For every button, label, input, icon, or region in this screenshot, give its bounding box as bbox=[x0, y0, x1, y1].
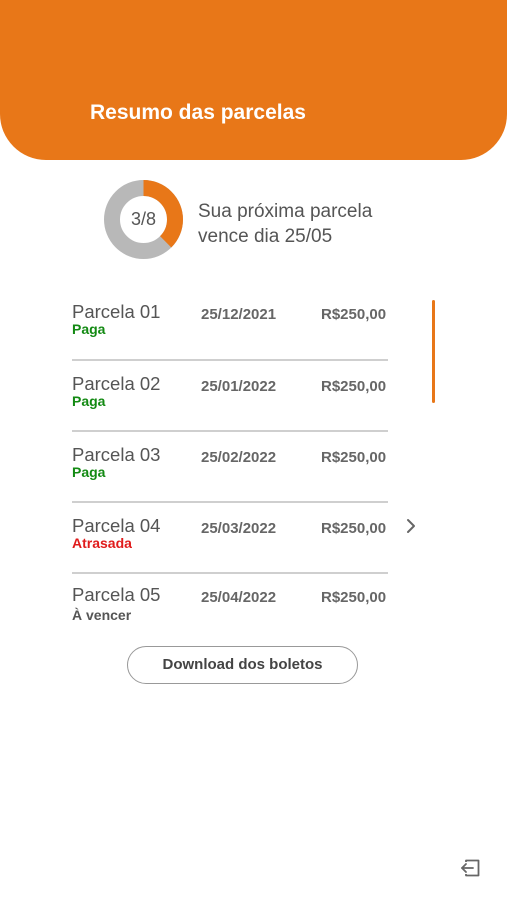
installment-status: Paga bbox=[72, 393, 106, 409]
installment-row[interactable]: Parcela 02 Paga 25/01/2022 R$250,00 bbox=[72, 373, 388, 432]
installment-name: Parcela 03 bbox=[72, 444, 161, 465]
installment-name: Parcela 02 bbox=[72, 373, 161, 394]
installment-value: R$250,00 bbox=[321, 306, 387, 323]
row-divider bbox=[72, 572, 388, 574]
installment-status: Paga bbox=[72, 464, 106, 480]
installment-date: 25/04/2022 bbox=[201, 589, 277, 606]
installment-status: À vencer bbox=[72, 607, 132, 623]
installment-name: Parcela 05 bbox=[72, 584, 161, 605]
chevron-right-icon[interactable] bbox=[404, 516, 418, 536]
download-boletos-button[interactable]: Download dos boletos bbox=[127, 646, 358, 684]
row-divider bbox=[72, 501, 388, 503]
header: Resumo das parcelas bbox=[0, 0, 507, 160]
next-due-text: Sua próxima parcela vence dia 25/05 bbox=[198, 201, 373, 247]
installment-row[interactable]: Parcela 05 À vencer 25/04/2022 R$250,00 bbox=[72, 584, 388, 628]
scrollbar[interactable] bbox=[432, 300, 435, 403]
installment-name: Parcela 04 bbox=[72, 515, 161, 536]
installment-row[interactable]: Parcela 04 Atrasada 25/03/2022 R$250,00 bbox=[72, 515, 388, 574]
installment-value: R$250,00 bbox=[321, 520, 387, 537]
installment-status: Paga bbox=[72, 321, 106, 337]
installment-date: 25/03/2022 bbox=[201, 520, 277, 537]
installment-value: R$250,00 bbox=[321, 589, 387, 606]
logout-icon[interactable] bbox=[459, 857, 481, 879]
installment-name: Parcela 01 bbox=[72, 301, 161, 322]
progress-label: 3/8 bbox=[130, 209, 157, 229]
installment-date: 25/02/2022 bbox=[201, 449, 277, 466]
installment-row[interactable]: Parcela 01 Paga 25/12/2021 R$250,00 bbox=[72, 301, 388, 361]
installment-summary: 3/8 Sua próxima parcela vence dia 25/05 bbox=[103, 179, 403, 261]
installment-date: 25/12/2021 bbox=[201, 306, 277, 323]
installment-row[interactable]: Parcela 03 Paga 25/02/2022 R$250,00 bbox=[72, 444, 388, 503]
row-divider bbox=[72, 359, 388, 361]
installment-value: R$250,00 bbox=[321, 449, 387, 466]
installment-date: 25/01/2022 bbox=[201, 378, 277, 395]
page-title: Resumo das parcelas bbox=[90, 101, 306, 124]
installment-status: Atrasada bbox=[72, 535, 132, 551]
installment-value: R$250,00 bbox=[321, 378, 387, 395]
row-divider bbox=[72, 430, 388, 432]
